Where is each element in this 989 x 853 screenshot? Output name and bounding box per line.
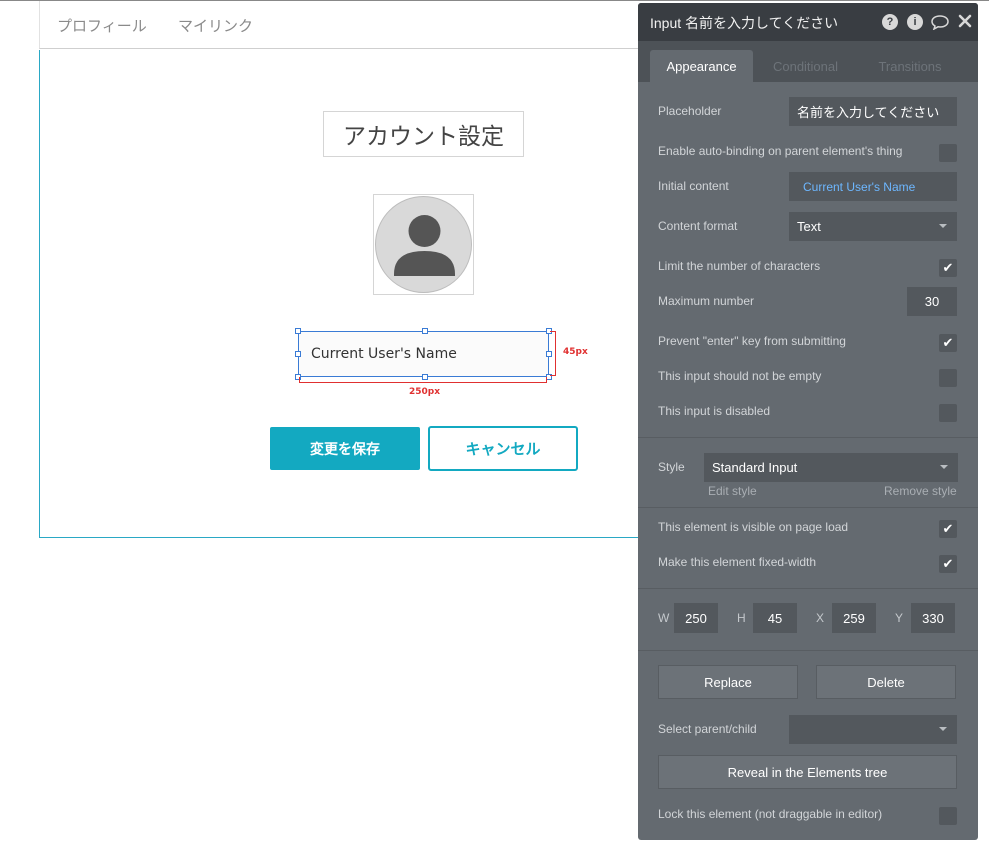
- max-number-field[interactable]: 30: [907, 287, 957, 316]
- panel-header[interactable]: Input 名前を入力してください ? i: [638, 3, 978, 41]
- replace-button[interactable]: Replace: [658, 665, 798, 699]
- height-dimension-tick: [550, 331, 556, 332]
- content-format-value: Text: [797, 219, 821, 234]
- cancel-button[interactable]: キャンセル: [428, 426, 578, 471]
- height-label: H: [737, 611, 746, 625]
- width-dimension-tick: [299, 377, 300, 383]
- delete-button[interactable]: Delete: [816, 665, 956, 699]
- disabled-checkbox[interactable]: [939, 404, 957, 422]
- tab-appearance[interactable]: Appearance: [650, 50, 753, 82]
- x-field[interactable]: 259: [832, 603, 876, 633]
- tab-transitions[interactable]: Transitions: [864, 50, 956, 82]
- section-divider: [638, 507, 978, 508]
- max-number-label: Maximum number: [658, 294, 755, 308]
- reveal-in-tree-button[interactable]: Reveal in the Elements tree: [658, 755, 957, 789]
- autobinding-checkbox[interactable]: [939, 144, 957, 162]
- nav-link-profile[interactable]: プロフィール: [57, 15, 147, 36]
- height-dimension-label: 45px: [563, 347, 588, 357]
- resize-handle-bottom[interactable]: [422, 374, 428, 380]
- page-header-nav: プロフィール マイリンク: [39, 1, 639, 49]
- user-icon: [394, 215, 455, 276]
- panel-title: Input 名前を入力してください: [650, 15, 839, 31]
- visible-on-load-label: This element is visible on page load: [658, 520, 849, 534]
- not-empty-checkbox[interactable]: [939, 369, 957, 387]
- chevron-down-icon: [939, 224, 947, 228]
- select-parent-dropdown[interactable]: [789, 715, 957, 744]
- height-dimension-line: [555, 331, 556, 376]
- close-icon[interactable]: [958, 13, 972, 34]
- not-empty-label: This input should not be empty: [658, 369, 822, 383]
- section-divider: [638, 437, 978, 438]
- width-field[interactable]: 250: [674, 603, 718, 633]
- property-editor-panel: Input 名前を入力してください ? i Appearance Conditi…: [638, 3, 978, 840]
- height-dimension-tick: [550, 375, 556, 376]
- checkmark-icon: ✔: [942, 260, 954, 275]
- limit-chars-checkbox[interactable]: ✔: [939, 259, 957, 277]
- comment-icon[interactable]: [931, 14, 949, 35]
- select-parent-label: Select parent/child: [658, 722, 757, 736]
- y-field[interactable]: 330: [911, 603, 955, 633]
- content-format-label: Content format: [658, 219, 738, 233]
- lock-element-label: Lock this element (not draggable in edit…: [658, 807, 883, 821]
- style-label: Style: [658, 460, 685, 474]
- prevent-enter-label: Prevent "enter" key from submitting: [658, 334, 846, 348]
- chevron-down-icon: [940, 465, 948, 469]
- height-field[interactable]: 45: [753, 603, 797, 633]
- style-dropdown[interactable]: Standard Input: [704, 453, 958, 482]
- page-title[interactable]: アカウント設定: [323, 111, 524, 157]
- checkmark-icon: ✔: [942, 335, 954, 350]
- resize-handle-right[interactable]: [546, 351, 552, 357]
- initial-content-field[interactable]: Current User's Name: [789, 172, 957, 201]
- x-label: X: [816, 611, 825, 625]
- initial-content-label: Initial content: [658, 179, 729, 193]
- width-dimension-line: [299, 382, 547, 383]
- avatar-image-element[interactable]: [373, 194, 474, 295]
- resize-handle-left[interactable]: [295, 351, 301, 357]
- checkmark-icon: ✔: [942, 521, 954, 536]
- info-icon[interactable]: i: [907, 14, 923, 30]
- resize-handle-top[interactable]: [422, 328, 428, 334]
- fixed-width-checkbox[interactable]: ✔: [939, 555, 957, 573]
- placeholder-field[interactable]: 名前を入力してください: [789, 97, 957, 126]
- y-label: Y: [895, 611, 904, 625]
- save-changes-button[interactable]: 変更を保存: [270, 427, 420, 470]
- autobinding-label: Enable auto-binding on parent element's …: [658, 144, 903, 158]
- width-dimension-label: 250px: [409, 387, 441, 397]
- name-input[interactable]: Current User's Name: [298, 331, 549, 377]
- checkmark-icon: ✔: [942, 556, 954, 571]
- prevent-enter-checkbox[interactable]: ✔: [939, 334, 957, 352]
- resize-handle-top-left[interactable]: [295, 328, 301, 334]
- width-label: W: [658, 611, 670, 625]
- remove-style-link[interactable]: Remove style: [884, 484, 957, 498]
- nav-link-mylinks[interactable]: マイリンク: [178, 15, 253, 36]
- width-dimension-tick: [546, 377, 547, 383]
- tab-conditional[interactable]: Conditional: [758, 50, 853, 82]
- fixed-width-label: Make this element fixed-width: [658, 555, 817, 569]
- limit-chars-label: Limit the number of characters: [658, 259, 821, 273]
- chevron-down-icon: [939, 727, 947, 731]
- resize-handle-bottom-left[interactable]: [295, 374, 301, 380]
- disabled-label: This input is disabled: [658, 404, 771, 418]
- content-format-dropdown[interactable]: Text: [789, 212, 957, 241]
- section-divider: [638, 588, 978, 589]
- avatar: [375, 196, 472, 293]
- lock-element-checkbox[interactable]: [939, 807, 957, 825]
- edit-style-link[interactable]: Edit style: [708, 484, 757, 498]
- style-value: Standard Input: [712, 460, 798, 475]
- panel-tabs: Appearance Conditional Transitions: [638, 41, 978, 82]
- name-input-value: Current User's Name: [311, 346, 457, 362]
- section-divider: [638, 650, 978, 651]
- visible-on-load-checkbox[interactable]: ✔: [939, 520, 957, 538]
- placeholder-label: Placeholder: [658, 104, 722, 118]
- help-icon[interactable]: ?: [882, 14, 898, 30]
